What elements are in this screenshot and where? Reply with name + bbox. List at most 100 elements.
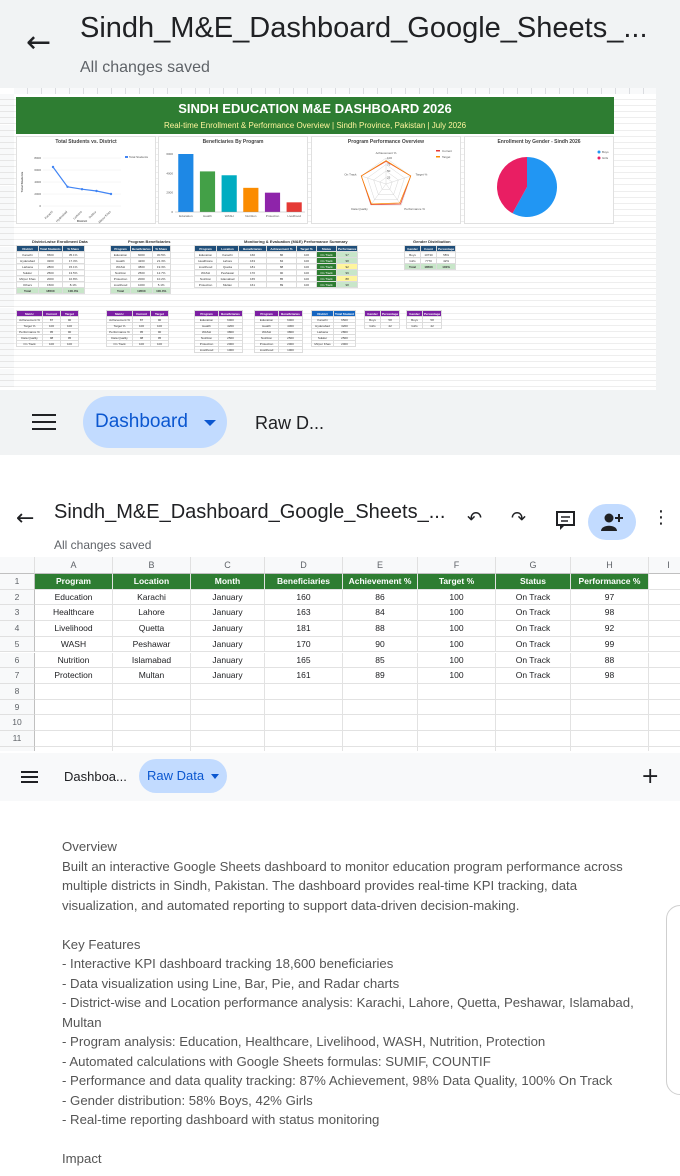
table-cell[interactable]: January	[191, 605, 265, 622]
row-header[interactable]	[0, 106, 14, 113]
row-header[interactable]	[0, 148, 14, 155]
spreadsheet-title[interactable]: Sindh_M&E_Dashboard_Google_Sheets_...	[54, 501, 445, 524]
table-cell[interactable]	[265, 731, 343, 747]
row-header[interactable]: 5	[0, 636, 35, 653]
table-cell[interactable]: Protection	[35, 668, 113, 684]
table-cell[interactable]: 161	[265, 668, 343, 684]
row-header[interactable]	[0, 100, 14, 107]
raw-data-grid[interactable]: A B C D E F G H I 1 Program Location Month Beneficiar…	[0, 557, 680, 751]
table-cell[interactable]	[571, 699, 649, 716]
row-header[interactable]	[0, 380, 14, 387]
table-cell[interactable]	[649, 715, 680, 731]
table-cell[interactable]: Karachi	[113, 589, 191, 606]
table-cell[interactable]: 19500	[130, 287, 153, 294]
table-cell[interactable]: January	[191, 589, 265, 606]
table-cell[interactable]: 100%	[435, 263, 457, 270]
tab-raw-data[interactable]: Raw D...	[255, 413, 324, 434]
table-cell[interactable]: 90	[343, 636, 418, 653]
table-cell[interactable]: 89	[343, 668, 418, 684]
table-cell[interactable]: Girls	[364, 322, 381, 329]
header-cell[interactable]: Achievement %	[343, 574, 418, 590]
table-cell[interactable]: January	[191, 652, 265, 669]
row-header[interactable]: 9	[0, 699, 35, 716]
column-header-g[interactable]: G	[496, 557, 571, 574]
table-cell[interactable]: On Track	[496, 621, 571, 637]
table-cell[interactable]: Peshawar	[113, 636, 191, 653]
select-all-corner[interactable]	[0, 557, 35, 574]
table-cell[interactable]: 100	[418, 668, 496, 684]
table-cell[interactable]	[571, 731, 649, 747]
table-cell[interactable]: 97	[571, 589, 649, 606]
table-cell[interactable]: 100	[418, 621, 496, 637]
header-cell[interactable]: Location	[113, 574, 191, 590]
tab-dashboard[interactable]: Dashboa...	[64, 769, 127, 784]
row-header[interactable]	[0, 94, 14, 100]
table-cell[interactable]	[343, 746, 418, 751]
column-header-d[interactable]: D	[265, 557, 343, 574]
table-cell[interactable]	[343, 715, 418, 731]
table-cell[interactable]: 99	[571, 636, 649, 653]
back-arrow-icon[interactable]: ←	[16, 508, 34, 530]
row-header[interactable]	[0, 179, 14, 186]
row-header[interactable]: 12	[0, 746, 35, 751]
table-cell[interactable]	[35, 746, 113, 751]
dashboard-sheet[interactable]: SINDH EDUCATION M&E DASHBOARD 2026 Real-…	[0, 88, 656, 390]
table-cell[interactable]	[265, 746, 343, 751]
table-cell[interactable]: 85	[343, 652, 418, 669]
table-cell[interactable]	[649, 621, 680, 637]
table-cell[interactable]	[649, 653, 680, 669]
table-cell[interactable]: On Track	[106, 340, 133, 347]
table-cell[interactable]	[418, 746, 496, 751]
table-cell[interactable]: 42	[421, 322, 443, 329]
column-header-i[interactable]: I	[649, 557, 680, 574]
row-header[interactable]	[0, 331, 14, 338]
table-cell[interactable]: 100	[296, 281, 317, 288]
table-cell[interactable]	[343, 731, 418, 747]
table-cell[interactable]: Healthcare	[35, 605, 113, 622]
table-cell[interactable]: 100	[150, 340, 169, 347]
row-header[interactable]	[0, 191, 14, 198]
row-header[interactable]	[0, 185, 14, 192]
header-cell[interactable]: Target %	[418, 574, 496, 590]
radar-chart-card[interactable]: Program Performance Overview 100 75 50 25 Ac…	[311, 136, 461, 224]
table-cell[interactable]: Livelihood	[35, 621, 113, 637]
redo-icon[interactable]: ↷	[511, 510, 526, 528]
row-header[interactable]	[0, 142, 14, 149]
table-cell[interactable]: Total	[110, 287, 131, 294]
table-cell[interactable]: 100	[418, 589, 496, 606]
district-table[interactable]: District Total Students% Share Karachi 6500…	[16, 245, 85, 294]
district-table-2[interactable]: District Total Student Karachi 6500 Hyderaba…	[311, 310, 356, 347]
table-cell[interactable]: 88	[571, 652, 649, 669]
table-cell[interactable]	[113, 746, 191, 751]
row-header[interactable]	[0, 270, 14, 277]
row-header[interactable]	[0, 112, 14, 119]
table-cell[interactable]: Livelihood	[254, 346, 279, 353]
table-cell[interactable]: 1000	[218, 346, 243, 353]
table-cell[interactable]: 84	[343, 605, 418, 622]
table-cell[interactable]: 2000	[333, 340, 356, 347]
row-header[interactable]	[0, 234, 14, 241]
table-cell[interactable]: Girls	[406, 322, 423, 329]
header-cell[interactable]: Month	[191, 574, 265, 590]
column-header-f[interactable]: F	[418, 557, 496, 574]
table-cell[interactable]	[35, 683, 113, 700]
row-header[interactable]: 6	[0, 652, 35, 669]
table-cell[interactable]	[649, 700, 680, 716]
share-button[interactable]	[588, 504, 636, 540]
table-cell[interactable]	[113, 683, 191, 700]
table-cell[interactable]	[649, 637, 680, 653]
table-cell[interactable]: 100.0%	[151, 287, 171, 294]
program-table[interactable]: Program Beneficiaries% Share Education 6000…	[110, 245, 171, 294]
table-cell[interactable]: Total	[16, 287, 39, 294]
row-header[interactable]	[0, 277, 14, 283]
table-cell[interactable]: Multan	[216, 281, 239, 288]
row-header[interactable]	[0, 301, 14, 308]
table-cell[interactable]: 1000	[278, 346, 303, 353]
row-header[interactable]	[0, 374, 14, 381]
table-cell[interactable]	[496, 731, 571, 747]
header-cell[interactable]: Status	[496, 574, 571, 590]
row-header[interactable]	[0, 161, 14, 168]
row-header[interactable]	[0, 289, 14, 296]
table-cell[interactable]: On Track	[496, 589, 571, 606]
back-arrow-icon[interactable]: ←	[26, 28, 51, 58]
